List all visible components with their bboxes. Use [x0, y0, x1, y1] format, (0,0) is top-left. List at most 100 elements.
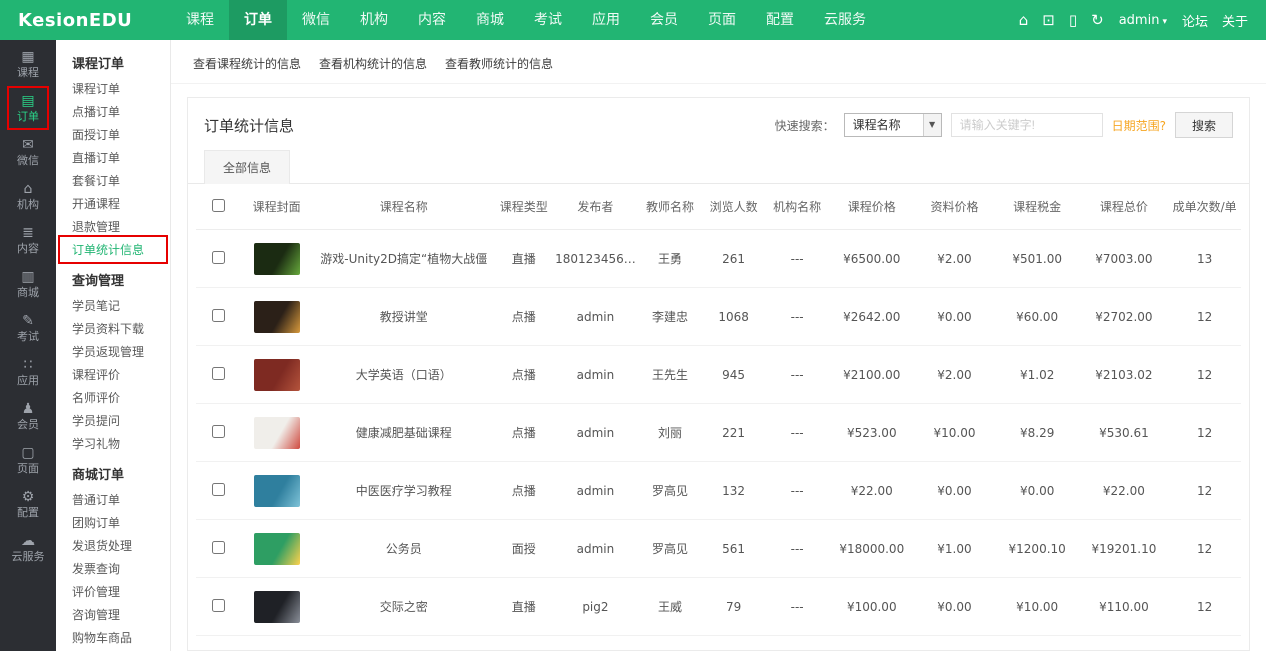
- search-input[interactable]: [951, 113, 1103, 137]
- row-checkbox[interactable]: [212, 367, 225, 380]
- row-checkbox[interactable]: [212, 599, 225, 612]
- iconbar-item-course[interactable]: ▦课程: [0, 42, 56, 86]
- iconbar-item-mall[interactable]: ▥商城: [0, 262, 56, 306]
- cell-views: 945: [702, 346, 765, 404]
- monitor-icon[interactable]: ⊡: [1042, 13, 1055, 28]
- row-checkbox[interactable]: [212, 251, 225, 264]
- table-row: 公务员面授admin罗高见561---¥18000.00¥1.00¥1200.1…: [196, 520, 1241, 578]
- refresh-icon[interactable]: ↻: [1091, 13, 1104, 28]
- sidebar-item[interactable]: 退款管理: [56, 215, 170, 238]
- view-tab-teacher-stats[interactable]: 查看教师统计的信息: [445, 55, 553, 72]
- cell-material_price: ¥0.00: [914, 288, 995, 346]
- sidebar-item[interactable]: 团购订单: [56, 511, 170, 534]
- iconbar-item-content[interactable]: ≣内容: [0, 218, 56, 262]
- search-field-select[interactable]: 课程名称 ▼: [844, 113, 942, 137]
- cell-org: ---: [765, 346, 830, 404]
- top-nav-page[interactable]: 页面: [693, 0, 751, 40]
- iconbar-label-course: 课程: [17, 66, 39, 80]
- column-header: 资料价格: [914, 184, 995, 230]
- search-bar: 快速搜索： 课程名称 ▼ 日期范围? 搜索: [775, 112, 1233, 138]
- iconbar-label-org: 机构: [17, 198, 39, 212]
- top-nav-config[interactable]: 配置: [751, 0, 809, 40]
- iconbar-item-wechat[interactable]: ✉微信: [0, 130, 56, 174]
- view-tab-org-stats[interactable]: 查看机构统计的信息: [319, 55, 427, 72]
- pencil-icon: ✎: [22, 313, 34, 329]
- column-header: 成单次数/单: [1168, 184, 1241, 230]
- iconbar-item-org[interactable]: ⌂机构: [0, 174, 56, 218]
- sidebar-menu: 课程订单课程订单点播订单面授订单直播订单套餐订单开通课程退款管理订单统计信息查询…: [56, 40, 171, 651]
- sidebar-item[interactable]: 发票查询: [56, 557, 170, 580]
- icon-rail: ▦课程▤订单✉微信⌂机构≣内容▥商城✎考试∷应用♟会员▢页面⚙配置☁云服务: [0, 40, 56, 651]
- cell-teacher: 王勇: [638, 230, 703, 288]
- iconbar-item-page[interactable]: ▢页面: [0, 438, 56, 482]
- top-nav-wechat[interactable]: 微信: [287, 0, 345, 40]
- top-nav-cloud[interactable]: 云服务: [809, 0, 881, 40]
- tab-all-info[interactable]: 全部信息: [204, 150, 290, 184]
- sidebar-item[interactable]: 课程订单: [56, 77, 170, 100]
- column-header: 课程封面: [240, 184, 313, 230]
- column-header: 机构名称: [765, 184, 830, 230]
- view-tab-course-stats[interactable]: 查看课程统计的信息: [193, 55, 301, 72]
- main-content: 查看课程统计的信息查看机构统计的信息查看教师统计的信息 订单统计信息 快速搜索：…: [171, 40, 1266, 651]
- sidebar-item[interactable]: 购物车商品: [56, 626, 170, 649]
- top-nav-mall[interactable]: 商城: [461, 0, 519, 40]
- phone-icon[interactable]: ▯: [1069, 13, 1077, 28]
- home-icon[interactable]: ⌂: [1019, 13, 1029, 28]
- top-nav-exam[interactable]: 考试: [519, 0, 577, 40]
- top-nav-org[interactable]: 机构: [345, 0, 403, 40]
- cell-name: 游戏-Unity2D搞定“植物大战僵: [313, 230, 495, 288]
- search-button[interactable]: 搜索: [1175, 112, 1233, 138]
- top-nav-app[interactable]: 应用: [577, 0, 635, 40]
- iconbar-item-order[interactable]: ▤订单: [0, 86, 56, 130]
- column-header: 课程价格: [829, 184, 914, 230]
- header-link-about[interactable]: 关于: [1222, 11, 1248, 30]
- sidebar-item[interactable]: 面授订单: [56, 123, 170, 146]
- iconbar-item-config[interactable]: ⚙配置: [0, 482, 56, 526]
- sidebar-item[interactable]: 点播订单: [56, 100, 170, 123]
- table-row: 中医医疗学习教程点播admin罗高见132---¥22.00¥0.00¥0.00…: [196, 462, 1241, 520]
- sidebar-item[interactable]: 学员提问: [56, 409, 170, 432]
- row-checkbox[interactable]: [212, 309, 225, 322]
- sidebar-item[interactable]: 开通课程: [56, 192, 170, 215]
- user-menu[interactable]: admin▾: [1119, 13, 1167, 28]
- iconbar-item-app[interactable]: ∷应用: [0, 350, 56, 394]
- sidebar-item[interactable]: 订单统计信息: [56, 238, 170, 261]
- sidebar-item[interactable]: 直播订单: [56, 146, 170, 169]
- top-nav-member[interactable]: 会员: [635, 0, 693, 40]
- date-range-link[interactable]: 日期范围?: [1112, 117, 1166, 134]
- sidebar-item[interactable]: 学员返现管理: [56, 340, 170, 363]
- iconbar-item-member[interactable]: ♟会员: [0, 394, 56, 438]
- sidebar-item[interactable]: 咨询管理: [56, 603, 170, 626]
- row-checkbox[interactable]: [212, 425, 225, 438]
- iconbar-item-exam[interactable]: ✎考试: [0, 306, 56, 350]
- row-checkbox[interactable]: [212, 541, 225, 554]
- sidebar-item[interactable]: 课程评价: [56, 363, 170, 386]
- row-checkbox[interactable]: [212, 483, 225, 496]
- sidebar-item[interactable]: 普通订单: [56, 488, 170, 511]
- iconbar-item-cloud[interactable]: ☁云服务: [0, 526, 56, 570]
- sidebar-item[interactable]: 学习礼物: [56, 432, 170, 455]
- select-all-checkbox[interactable]: [212, 199, 225, 212]
- sidebar-item[interactable]: 套餐订单: [56, 169, 170, 192]
- cell-publisher: admin: [553, 288, 638, 346]
- column-header: 课程税金: [995, 184, 1080, 230]
- iconbar-label-page: 页面: [17, 462, 39, 476]
- cell-name: 教授讲堂: [313, 288, 495, 346]
- sidebar-item[interactable]: 发退货处理: [56, 534, 170, 557]
- header-link-forum[interactable]: 论坛: [1182, 11, 1208, 30]
- course-cover-image: [254, 533, 300, 565]
- sidebar-item[interactable]: 评价管理: [56, 580, 170, 603]
- top-nav-course[interactable]: 课程: [171, 0, 229, 40]
- cell-orders: 12: [1168, 462, 1241, 520]
- cell-price: ¥22.00: [829, 462, 914, 520]
- cell-type: 直播: [495, 230, 554, 288]
- top-nav-order[interactable]: 订单: [229, 0, 287, 40]
- sidebar-item[interactable]: 名师评价: [56, 386, 170, 409]
- cell-material_price: ¥2.00: [914, 230, 995, 288]
- cell-name: 公务员: [313, 520, 495, 578]
- sidebar-item[interactable]: 学员笔记: [56, 294, 170, 317]
- top-nav-content[interactable]: 内容: [403, 0, 461, 40]
- table-row: 教授讲堂点播admin李建忠1068---¥2642.00¥0.00¥60.00…: [196, 288, 1241, 346]
- sidebar-item[interactable]: 学员资料下载: [56, 317, 170, 340]
- cell-publisher: pig2: [553, 578, 638, 636]
